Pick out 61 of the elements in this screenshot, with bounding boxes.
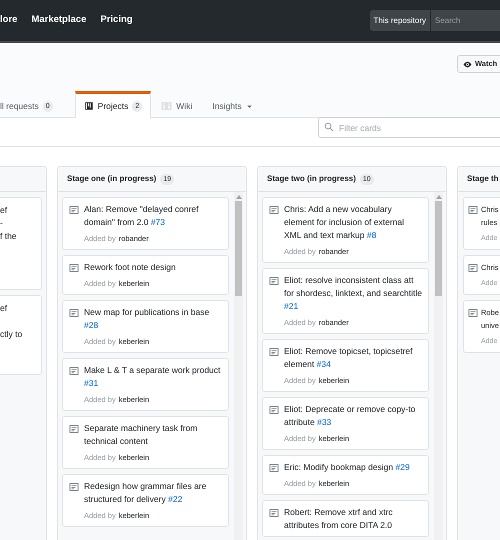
note-icon — [69, 205, 79, 215]
issue-link[interactable]: #8 — [366, 230, 376, 240]
note-icon — [269, 205, 279, 215]
issue-link[interactable]: #34 — [316, 359, 331, 369]
issue-link[interactable]: #28 — [84, 320, 98, 330]
eye-icon — [463, 60, 472, 68]
card-title: Eliot: Deprecate or remove copy-to attribute #33 — [284, 403, 416, 429]
note-icon — [69, 308, 79, 318]
filter-field[interactable]: Filter cards — [318, 117, 500, 138]
note-icon — [69, 482, 79, 492]
note-icon — [269, 276, 279, 286]
card-text-fragment: ef — [0, 204, 8, 217]
nav-link[interactable]: Pricing — [100, 13, 133, 28]
card-title: Make L & T a separate work product #31 — [84, 364, 222, 390]
issue-link[interactable]: #33 — [317, 417, 332, 427]
issue-link[interactable]: #21 — [284, 301, 298, 311]
note-icon — [468, 263, 478, 273]
note-icon — [69, 263, 79, 273]
card-title: Redesign how grammar files are structured for delivery #22 — [84, 480, 208, 506]
note-icon — [69, 366, 79, 376]
issue-link[interactable]: #31 — [84, 378, 98, 388]
note-icon — [269, 463, 279, 473]
nav-link[interactable]: Marketplace — [31, 13, 86, 28]
project-card[interactable]: ef ctly to — [0, 295, 42, 375]
card-text-fragment: - — [0, 217, 4, 230]
nav-link[interactable]: lore — [0, 13, 18, 28]
card-title: New map for publications in base #28 — [84, 306, 210, 332]
note-icon — [269, 405, 279, 415]
note-icon — [269, 508, 279, 518]
project-card[interactable]: Robert: Remove xtrf and xtrc attributes from core DITA 2.0 — [262, 500, 429, 537]
card-title: Eliot: resolve inconsistent class att for shordesc, linktext, and searchtitle #21 — [284, 274, 422, 313]
project-card[interactable]: ef - f the — [0, 197, 42, 290]
scrollbar[interactable] — [434, 192, 443, 540]
project-board-icon — [84, 101, 94, 111]
card-title: Eric: Modify bookmap design #29 — [284, 461, 411, 474]
book-icon — [161, 101, 172, 111]
column-title: Stage two (in progress) — [267, 173, 356, 185]
note-icon — [69, 424, 79, 434]
card-title: Separate machinery task from technical content — [84, 422, 198, 448]
note-icon — [468, 205, 478, 215]
issue-link[interactable]: #22 — [168, 494, 182, 504]
search-icon — [324, 122, 334, 132]
card-title: Alan: Remove "delayed conref domain" from 2.0 #73 — [84, 203, 200, 229]
card-text-fragment: ef — [0, 302, 8, 315]
tab[interactable]: Insights — [202, 94, 263, 118]
card-title: Chris: Add a new vocabulary element for inclusion of external XML and text markup #8 — [284, 203, 406, 242]
column-title: Stage one (in progress) — [67, 173, 156, 185]
tab[interactable]: Wiki — [151, 94, 202, 118]
card-title: Eliot: Remove topicset, topicsetref element #34 — [284, 345, 414, 371]
scrollbar[interactable] — [234, 192, 243, 540]
note-icon — [269, 347, 279, 357]
issue-link[interactable]: #73 — [150, 217, 165, 227]
card-text-fragment: f the — [0, 230, 18, 243]
card-title: Robert: Remove xtrf and xtrc attributes from core DITA 2.0 — [284, 506, 394, 532]
column-title: Stage th — [467, 173, 499, 185]
search-scope-label: This repository — [370, 10, 430, 31]
note-icon — [468, 308, 478, 318]
search-field[interactable]: Search — [430, 10, 500, 31]
card-title: Rework foot note design — [84, 261, 177, 274]
issue-link[interactable]: #29 — [396, 462, 410, 472]
card-text-fragment: ctly to — [0, 328, 24, 341]
